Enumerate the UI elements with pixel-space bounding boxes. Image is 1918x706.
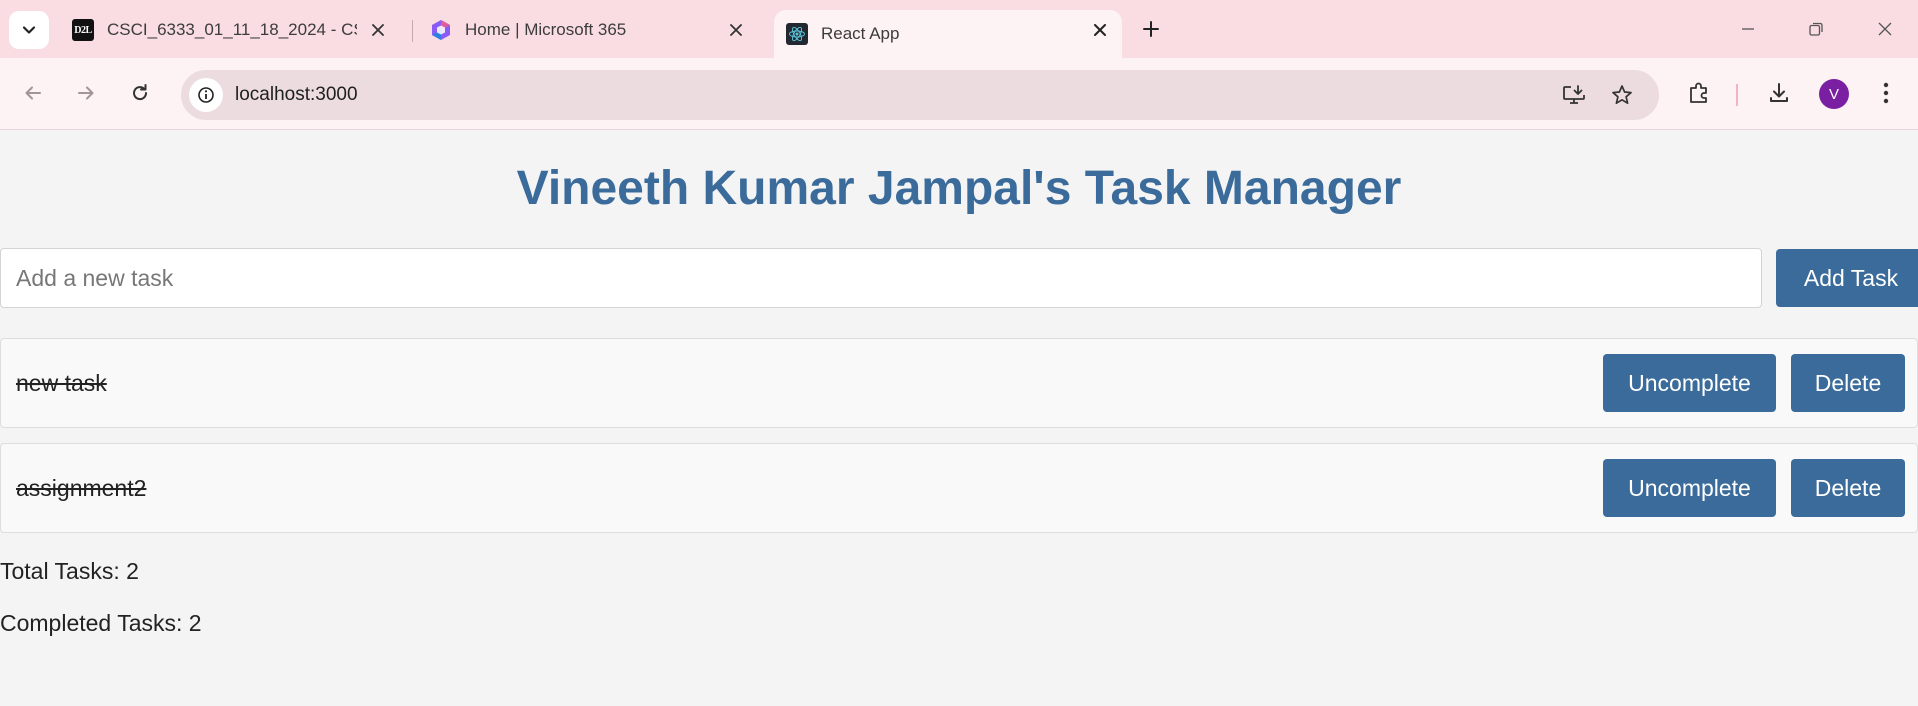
completed-tasks-count: Completed Tasks: 2 [0, 610, 202, 636]
download-icon [1770, 83, 1788, 102]
page-title: Vineeth Kumar Jampal's Task Manager [516, 162, 1402, 215]
downloads-button[interactable] [1761, 75, 1797, 111]
restore-button[interactable] [1801, 14, 1831, 44]
address-bar[interactable]: localhost:3000 [181, 70, 1659, 120]
browser-menu-button[interactable] [1868, 75, 1904, 111]
arrow-right-icon [78, 86, 94, 100]
microsoft-365-icon [430, 19, 452, 41]
uncomplete-button[interactable]: Uncomplete [1603, 459, 1776, 517]
delete-button[interactable]: Delete [1791, 354, 1905, 412]
browser-tab-strip: D2L CSCI_6333_01_11_18_2024 - CS( Home |… [0, 0, 1918, 58]
restore-icon [1809, 22, 1823, 36]
tab-title: CSCI_6333_01_11_18_2024 - CS( [107, 20, 357, 39]
task-text[interactable]: assignment2 [16, 475, 146, 502]
tab-separator [412, 20, 413, 42]
minimize-button[interactable] [1733, 14, 1763, 44]
forward-button[interactable] [68, 75, 104, 111]
task-item: new task Uncomplete Delete [0, 338, 1918, 428]
new-tab-button[interactable] [1136, 14, 1166, 44]
install-app-icon[interactable] [1559, 80, 1589, 110]
more-vertical-icon [1883, 82, 1889, 104]
new-task-input[interactable] [0, 248, 1762, 308]
close-icon[interactable] [724, 18, 748, 42]
add-task-button[interactable]: Add Task [1776, 249, 1918, 307]
tab-microsoft-365[interactable]: Home | Microsoft 365 [418, 10, 758, 50]
react-icon [786, 23, 808, 45]
toolbar-divider [1736, 84, 1738, 106]
d2l-icon: D2L [72, 19, 94, 41]
close-icon[interactable] [1088, 18, 1112, 42]
tab-title: React App [821, 24, 900, 43]
task-item: assignment2 Uncomplete Delete [0, 443, 1918, 533]
tab-search-button[interactable] [9, 11, 49, 49]
task-manager-page: Vineeth Kumar Jampal's Task Manager Add … [0, 131, 1918, 706]
delete-button[interactable]: Delete [1791, 459, 1905, 517]
profile-avatar[interactable]: V [1819, 79, 1849, 109]
extensions-button[interactable] [1681, 75, 1717, 111]
tab-title: Home | Microsoft 365 [465, 20, 627, 39]
task-text[interactable]: new task [16, 370, 107, 397]
browser-toolbar: localhost:3000 V [0, 58, 1918, 130]
plus-icon [1143, 21, 1159, 37]
bookmark-star-icon[interactable] [1607, 80, 1637, 110]
arrow-left-icon [25, 86, 41, 100]
close-icon [1878, 22, 1892, 36]
minimize-icon [1742, 28, 1754, 30]
tab-d2l[interactable]: D2L CSCI_6333_01_11_18_2024 - CS( [60, 10, 400, 50]
uncomplete-button[interactable]: Uncomplete [1603, 354, 1776, 412]
tab-react-app[interactable]: React App [774, 10, 1122, 58]
puzzle-piece-icon [1690, 82, 1707, 103]
reload-icon [133, 84, 148, 101]
reload-button[interactable] [122, 75, 158, 111]
window-close-button[interactable] [1870, 14, 1900, 44]
close-icon[interactable] [366, 18, 390, 42]
back-button[interactable] [15, 75, 51, 111]
total-tasks-count: Total Tasks: 2 [0, 558, 139, 584]
site-info-icon[interactable] [189, 78, 223, 112]
url-text[interactable]: localhost:3000 [235, 84, 358, 106]
chevron-down-icon [22, 26, 36, 34]
